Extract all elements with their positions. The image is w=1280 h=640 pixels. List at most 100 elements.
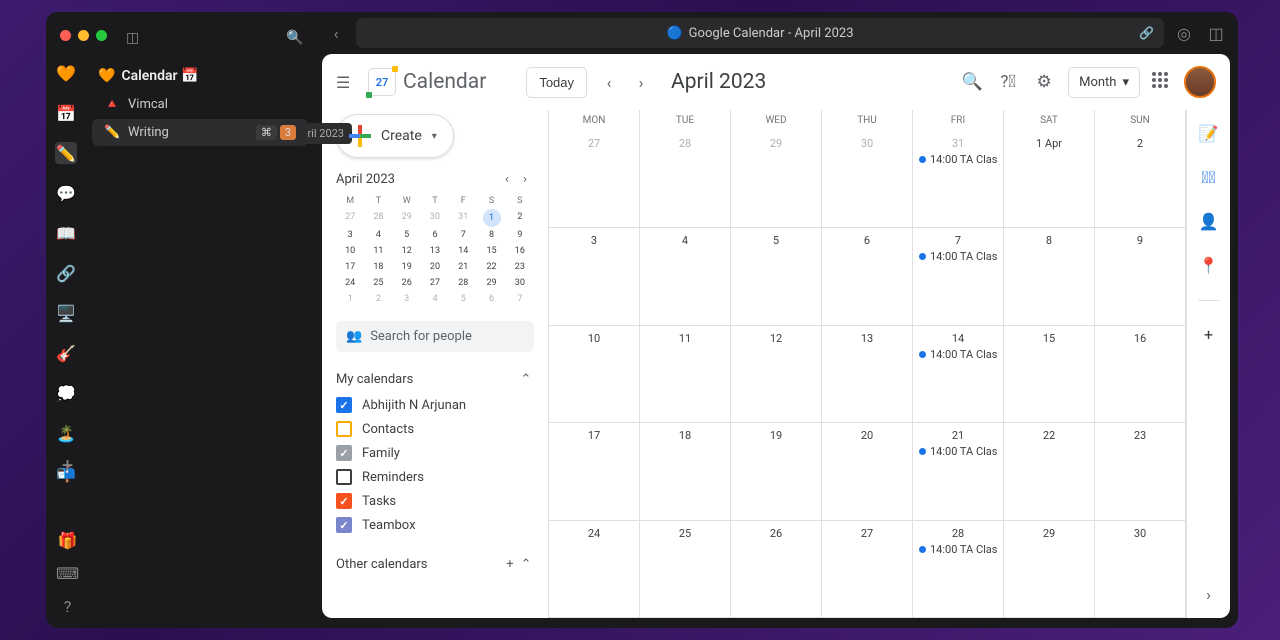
- account-avatar[interactable]: [1184, 66, 1216, 98]
- mini-day[interactable]: 30: [421, 209, 449, 227]
- mini-day[interactable]: 19: [393, 259, 421, 275]
- mini-day[interactable]: 30: [506, 275, 534, 291]
- help-icon[interactable]: ?⃝: [996, 72, 1020, 92]
- mini-day[interactable]: 14: [449, 243, 477, 259]
- search-people-input[interactable]: 👥 Search for people: [336, 321, 534, 352]
- mini-day[interactable]: 9: [506, 227, 534, 243]
- day-cell[interactable]: 29: [731, 131, 822, 228]
- day-cell[interactable]: 24: [549, 521, 640, 618]
- mini-day[interactable]: 29: [477, 275, 505, 291]
- next-month-icon[interactable]: ›: [631, 73, 651, 92]
- mini-day[interactable]: 18: [364, 259, 392, 275]
- day-cell[interactable]: 2814:00 TA Clas: [913, 521, 1004, 618]
- split-view-icon[interactable]: ◫: [1204, 24, 1228, 43]
- calendar-toggle[interactable]: Family: [336, 441, 534, 465]
- mini-day[interactable]: 23: [506, 259, 534, 275]
- day-cell[interactable]: 27: [549, 131, 640, 228]
- mini-day[interactable]: 7: [449, 227, 477, 243]
- sidebar-icon[interactable]: 📖: [55, 222, 77, 244]
- sidebar-icon[interactable]: 📅: [55, 102, 77, 124]
- day-cell[interactable]: 26: [731, 521, 822, 618]
- sidebar-item[interactable]: ✏️Writing⌘3ril 2023: [92, 119, 308, 146]
- add-calendar-icon[interactable]: +: [502, 557, 518, 572]
- mini-day[interactable]: 2: [364, 291, 392, 307]
- mini-day[interactable]: 2: [506, 209, 534, 227]
- mini-day[interactable]: 29: [393, 209, 421, 227]
- sidebar-icon[interactable]: 💭: [55, 382, 77, 404]
- sidebar-icon[interactable]: 🧡: [55, 62, 77, 84]
- day-cell[interactable]: 2: [1095, 131, 1186, 228]
- sidebar-icon[interactable]: 💬: [55, 182, 77, 204]
- addons-icon[interactable]: +: [1199, 325, 1219, 345]
- mini-day[interactable]: 5: [449, 291, 477, 307]
- day-cell[interactable]: 714:00 TA Clas: [913, 228, 1004, 325]
- mini-day[interactable]: 28: [364, 209, 392, 227]
- window-controls[interactable]: [60, 30, 107, 41]
- day-cell[interactable]: 11: [640, 326, 731, 423]
- menu-icon[interactable]: ☰: [336, 73, 356, 92]
- day-cell[interactable]: 18: [640, 423, 731, 520]
- settings-icon[interactable]: ⚙: [1032, 72, 1056, 92]
- other-calendars-header[interactable]: Other calendars + ⌃: [336, 551, 534, 578]
- link-icon[interactable]: 🔗: [1139, 26, 1154, 40]
- event[interactable]: 14:00 TA Clas: [917, 444, 999, 459]
- day-cell[interactable]: 8: [1004, 228, 1095, 325]
- mini-day[interactable]: 4: [364, 227, 392, 243]
- calendar-toggle[interactable]: Contacts: [336, 417, 534, 441]
- sidebar-icon[interactable]: 🎸: [55, 342, 77, 364]
- sidebar-icon[interactable]: 🔗: [55, 262, 77, 284]
- mini-day[interactable]: 1: [336, 291, 364, 307]
- maps-icon[interactable]: 📍: [1199, 256, 1219, 276]
- settings-target-icon[interactable]: ◎: [1172, 24, 1196, 43]
- day-cell[interactable]: 28: [640, 131, 731, 228]
- mini-day[interactable]: 27: [336, 209, 364, 227]
- sidebar-icon[interactable]: 🏝️: [55, 422, 77, 444]
- event[interactable]: 14:00 TA Clas: [917, 347, 999, 362]
- search-icon[interactable]: 🔍: [960, 72, 984, 92]
- apps-icon[interactable]: [1152, 72, 1172, 92]
- mini-day[interactable]: 5: [393, 227, 421, 243]
- mini-day[interactable]: 27: [421, 275, 449, 291]
- calendar-toggle[interactable]: Abhijith N Arjunan: [336, 393, 534, 417]
- mini-next-icon[interactable]: ›: [516, 172, 534, 187]
- day-cell[interactable]: 13: [822, 326, 913, 423]
- day-cell[interactable]: 22: [1004, 423, 1095, 520]
- mini-day[interactable]: 10: [336, 243, 364, 259]
- day-cell[interactable]: 3: [549, 228, 640, 325]
- mini-day[interactable]: 12: [393, 243, 421, 259]
- day-cell[interactable]: 9: [1095, 228, 1186, 325]
- mini-day[interactable]: 3: [393, 291, 421, 307]
- calendar-toggle[interactable]: Reminders: [336, 465, 534, 489]
- search-icon[interactable]: 🔍: [286, 30, 303, 46]
- create-button[interactable]: Create ▾: [336, 114, 454, 158]
- mini-day[interactable]: 8: [477, 227, 505, 243]
- gift-icon[interactable]: 🎁: [58, 531, 78, 550]
- day-cell[interactable]: 2114:00 TA Clas: [913, 423, 1004, 520]
- calendar-toggle[interactable]: Teambox: [336, 513, 534, 537]
- mini-day[interactable]: 15: [477, 243, 505, 259]
- mini-day[interactable]: 4: [421, 291, 449, 307]
- day-cell[interactable]: 3114:00 TA Clas: [913, 131, 1004, 228]
- day-cell[interactable]: 19: [731, 423, 822, 520]
- mini-day[interactable]: 26: [393, 275, 421, 291]
- day-cell[interactable]: 12: [731, 326, 822, 423]
- mini-day[interactable]: 3: [336, 227, 364, 243]
- mini-day[interactable]: 17: [336, 259, 364, 275]
- prev-month-icon[interactable]: ‹: [599, 73, 619, 92]
- mini-day[interactable]: 20: [421, 259, 449, 275]
- day-cell[interactable]: 15: [1004, 326, 1095, 423]
- day-cell[interactable]: 29: [1004, 521, 1095, 618]
- mini-day[interactable]: 11: [364, 243, 392, 259]
- contacts-icon[interactable]: 👤: [1199, 212, 1219, 232]
- event[interactable]: 14:00 TA Clas: [917, 249, 999, 264]
- day-cell[interactable]: 16: [1095, 326, 1186, 423]
- day-cell[interactable]: 17: [549, 423, 640, 520]
- day-cell[interactable]: 30: [1095, 521, 1186, 618]
- mini-day[interactable]: 28: [449, 275, 477, 291]
- mini-day[interactable]: 31: [449, 209, 477, 227]
- address-bar[interactable]: 🔵 Google Calendar - April 2023 🔗: [356, 18, 1164, 48]
- mini-day[interactable]: 6: [477, 291, 505, 307]
- day-cell[interactable]: 30: [822, 131, 913, 228]
- mini-day[interactable]: 1: [483, 209, 501, 227]
- day-cell[interactable]: 4: [640, 228, 731, 325]
